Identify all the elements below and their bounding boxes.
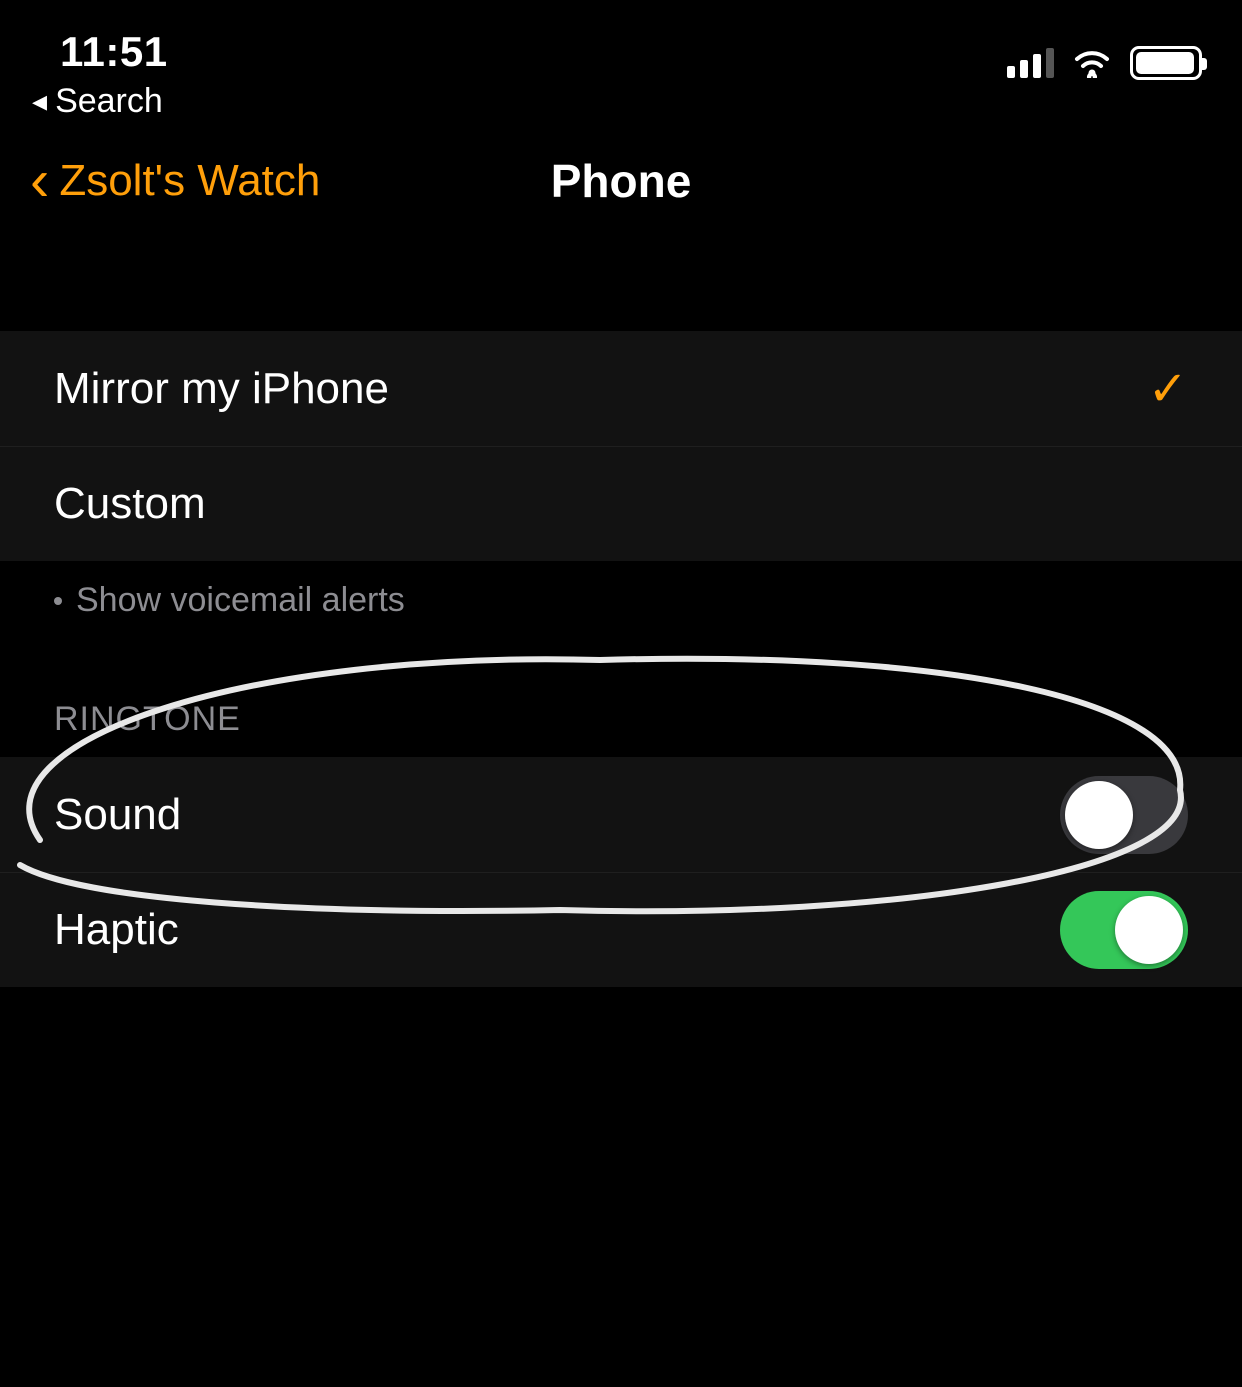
- row-custom[interactable]: Custom: [0, 446, 1242, 561]
- breadcrumb-back[interactable]: ◂ Search: [32, 82, 168, 121]
- toggle-knob: [1115, 896, 1183, 964]
- group-header-ringtone: RINGTONE: [0, 700, 1242, 757]
- breadcrumb-label: Search: [55, 82, 163, 121]
- status-bar: 11:51 ◂ Search: [0, 0, 1242, 121]
- status-time: 11:51: [60, 28, 168, 76]
- row-label: Sound: [54, 790, 181, 840]
- section-spacer: [0, 241, 1242, 331]
- ringtone-header-wrap: RINGTONE: [0, 650, 1242, 757]
- ringtone-group: Sound Haptic: [0, 757, 1242, 987]
- haptic-toggle[interactable]: [1060, 891, 1188, 969]
- row-label: Mirror my iPhone: [54, 364, 389, 414]
- bullet-icon: [54, 597, 62, 605]
- cellular-signal-icon: [1007, 48, 1054, 78]
- row-label: Haptic: [54, 905, 179, 955]
- toggle-knob: [1065, 781, 1133, 849]
- footer-text: Show voicemail alerts: [76, 581, 405, 620]
- row-mirror-iphone[interactable]: Mirror my iPhone ✓: [0, 331, 1242, 446]
- row-sound: Sound: [0, 757, 1242, 872]
- bottom-spacer: [0, 987, 1242, 1387]
- row-label: Custom: [54, 479, 206, 529]
- nav-header: ‹ Zsolt's Watch Phone: [0, 121, 1242, 241]
- row-haptic: Haptic: [0, 872, 1242, 987]
- wifi-icon: [1072, 48, 1112, 78]
- status-left: 11:51 ◂ Search: [60, 28, 168, 121]
- checkmark-icon: ✓: [1148, 361, 1188, 417]
- back-label: Zsolt's Watch: [59, 156, 320, 206]
- back-button[interactable]: ‹ Zsolt's Watch: [30, 152, 320, 210]
- group-footer: Show voicemail alerts: [0, 561, 1242, 650]
- caret-left-icon: ◂: [32, 87, 47, 117]
- status-right: [1007, 28, 1202, 80]
- sound-toggle[interactable]: [1060, 776, 1188, 854]
- mirror-group: Mirror my iPhone ✓ Custom: [0, 331, 1242, 561]
- chevron-left-icon: ‹: [30, 152, 49, 210]
- battery-icon: [1130, 46, 1202, 80]
